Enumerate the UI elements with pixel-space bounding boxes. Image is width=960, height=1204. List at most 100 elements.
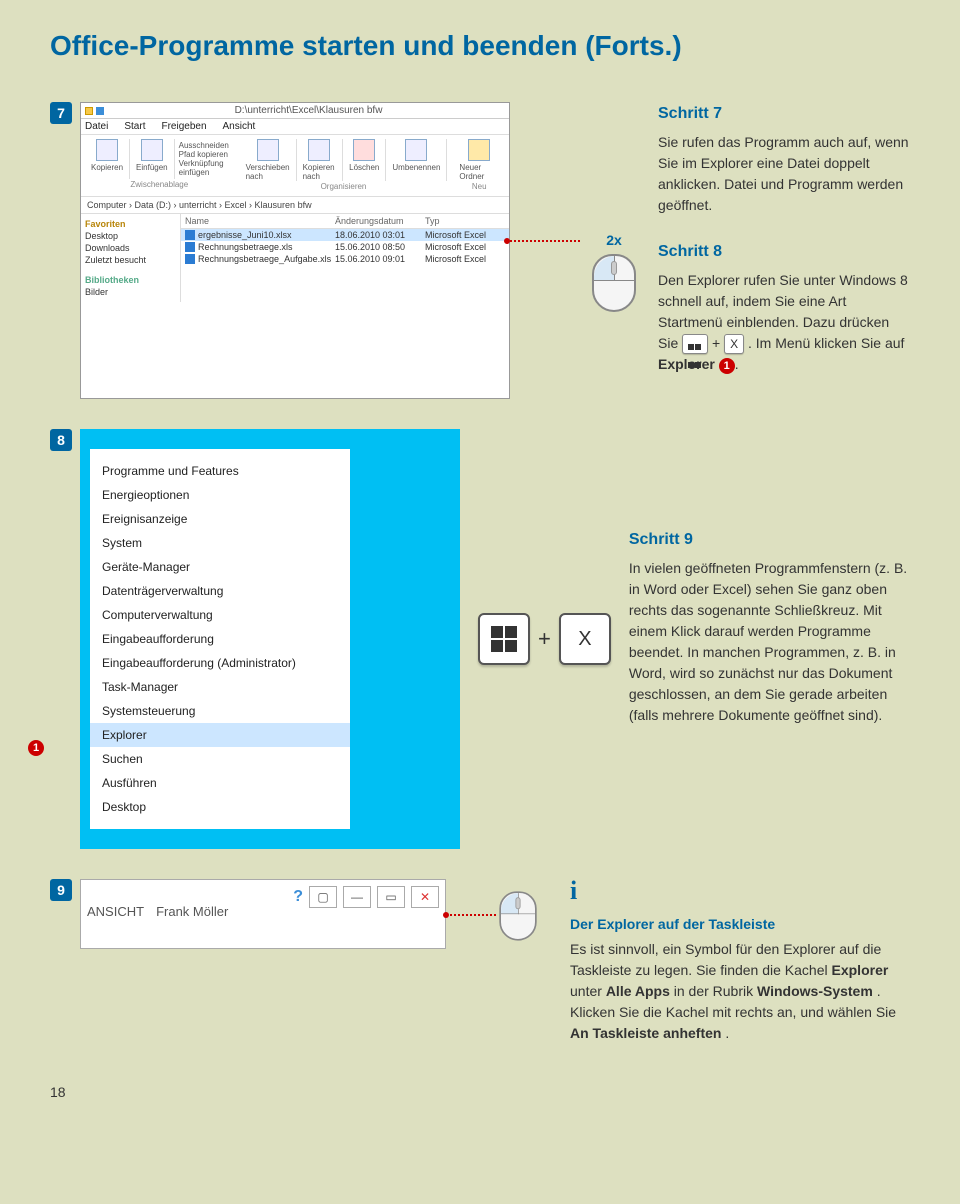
move-icon xyxy=(257,139,279,161)
row-step8-9: 8 Programme und Features Energieoptionen… xyxy=(50,429,910,849)
page-title: Office-Programme starten und beenden (Fo… xyxy=(50,30,910,62)
ribbon: Kopieren Einfügen Ausschneiden Pfad kopi… xyxy=(81,135,509,197)
ribbon-verknuepfung[interactable]: Verknüpfung einfügen xyxy=(179,159,230,177)
label-einfuegen: Einfügen xyxy=(136,163,168,172)
file-row[interactable]: Rechnungsbetraege_Aufgabe.xls 15.06.2010… xyxy=(181,253,509,265)
ribbon-section-organisieren: Organisieren xyxy=(240,181,448,192)
info-text-b: unter xyxy=(570,983,606,999)
step8-explorer-bold: Explorer xyxy=(658,356,715,372)
explorer-icon xyxy=(96,107,104,115)
ribbon-kopieren-nach[interactable]: Kopieren nach xyxy=(297,139,344,181)
step7-body: Sie rufen das Programm auch auf, wenn Si… xyxy=(658,132,910,216)
excel-file-icon xyxy=(185,242,195,252)
window-corner-screenshot: ANSICHT Frank Möller ? ▢ — ▭ ✕ xyxy=(80,879,446,949)
file-name: ergebnisse_Juni10.xlsx xyxy=(198,230,288,240)
menu-energie[interactable]: Energieoptionen xyxy=(90,483,350,507)
mouse-icon xyxy=(592,254,636,312)
callout-1-marker: 1 xyxy=(28,740,44,756)
info-title: Der Explorer auf der Taskleiste xyxy=(570,914,910,935)
info-bold-3: Windows-System xyxy=(757,983,873,999)
col-date[interactable]: Änderungsdatum xyxy=(335,216,425,226)
sidebar-bibliotheken[interactable]: Bibliotheken xyxy=(85,274,176,286)
ribbon-pfad[interactable]: Pfad kopieren xyxy=(179,150,230,159)
winx-menu-screenshot: Programme und Features Energieoptionen E… xyxy=(80,429,460,849)
ribbon-kopieren[interactable]: Kopieren xyxy=(85,139,130,179)
menu-computer[interactable]: Computerverwaltung xyxy=(90,603,350,627)
sidebar-bilder[interactable]: Bilder xyxy=(85,286,176,298)
badge-8: 8 xyxy=(50,429,72,451)
label-verschieben: Verschieben nach xyxy=(246,163,290,181)
menu-ausfuehren[interactable]: Ausführen xyxy=(90,771,350,795)
ribbon-verschieben[interactable]: Verschieben nach xyxy=(240,139,297,181)
info-bold-2: Alle Apps xyxy=(606,983,670,999)
menu-suchen[interactable]: Suchen xyxy=(90,747,350,771)
menu-desktop[interactable]: Desktop xyxy=(90,795,350,819)
menu-geraete[interactable]: Geräte-Manager xyxy=(90,555,350,579)
menu-programme[interactable]: Programme und Features xyxy=(90,459,350,483)
delete-icon xyxy=(353,139,375,161)
menu-eingabe-admin[interactable]: Eingabeaufforderung (Administrator) xyxy=(90,651,350,675)
window-title-text: D:\unterricht\Excel\Klausuren bfw xyxy=(112,105,505,116)
file-date: 15.06.2010 09:01 xyxy=(335,254,425,264)
callout-1-badge: 1 xyxy=(719,358,735,374)
info-icon: i xyxy=(570,871,577,910)
minimize-button[interactable]: — xyxy=(343,886,371,908)
col-name[interactable]: Name xyxy=(185,216,335,226)
menu-ereignis[interactable]: Ereignisanzeige xyxy=(90,507,350,531)
sidebar-favoriten[interactable]: Favoriten xyxy=(85,218,176,230)
ribbon-loeschen[interactable]: Löschen xyxy=(343,139,386,181)
explorer-sidebar: Favoriten Desktop Downloads Zuletzt besu… xyxy=(81,214,181,302)
new-folder-icon xyxy=(468,139,490,161)
sidebar-downloads[interactable]: Downloads xyxy=(85,242,176,254)
tab-ansicht[interactable]: Ansicht xyxy=(223,121,256,132)
file-type: Microsoft Excel xyxy=(425,242,486,252)
menu-eingabe[interactable]: Eingabeaufforderung xyxy=(90,627,350,651)
maximize-button[interactable]: ▭ xyxy=(377,886,405,908)
file-row[interactable]: Rechnungsbetraege.xls 15.06.2010 08:50 M… xyxy=(181,241,509,253)
menu-datentraeger[interactable]: Datenträgerverwaltung xyxy=(90,579,350,603)
rename-icon xyxy=(405,139,427,161)
menu-explorer[interactable]: Explorer xyxy=(90,723,350,747)
file-row[interactable]: ergebnisse_Juni10.xlsx 18.06.2010 03:01 … xyxy=(181,229,509,241)
ribbon-toggle-button[interactable]: ▢ xyxy=(309,886,337,908)
tab-datei[interactable]: Datei xyxy=(85,121,108,132)
ribbon-einfuegen[interactable]: Einfügen xyxy=(130,139,175,179)
row-step9-shot: 9 ANSICHT Frank Möller ? ▢ — ▭ ✕ i Der E… xyxy=(50,879,910,1044)
badge-9: 9 xyxy=(50,879,72,901)
page-number: 18 xyxy=(50,1084,910,1100)
ribbon-ausschneiden[interactable]: Ausschneiden xyxy=(179,141,230,150)
help-icon[interactable]: ? xyxy=(293,888,303,906)
copyto-icon xyxy=(308,139,330,161)
x-key: X xyxy=(559,613,611,665)
ribbon-neuer-ordner[interactable]: Neuer Ordner xyxy=(453,139,505,181)
menu-systemsteuerung[interactable]: Systemsteuerung xyxy=(90,699,350,723)
close-button[interactable]: ✕ xyxy=(411,886,439,908)
file-date: 18.06.2010 03:01 xyxy=(335,230,425,240)
label-kopieren: Kopieren xyxy=(91,163,123,172)
tab-start[interactable]: Start xyxy=(124,121,145,132)
label-kopieren-nach: Kopieren nach xyxy=(303,163,337,181)
file-type: Microsoft Excel xyxy=(425,230,486,240)
tab-freigeben[interactable]: Freigeben xyxy=(161,121,206,132)
row-step7: 7 D:\unterricht\Excel\Klausuren bfw Date… xyxy=(50,102,910,399)
folder-icon xyxy=(85,107,93,115)
user-name[interactable]: Frank Möller xyxy=(156,904,228,919)
x-key-inline: X xyxy=(724,334,744,354)
tab-ansicht-label[interactable]: ANSICHT xyxy=(87,904,144,919)
step9-body: In vielen geöffneten Programmfenstern (z… xyxy=(629,558,910,726)
step9-title: Schritt 9 xyxy=(629,528,910,552)
plus-symbol: + xyxy=(538,626,551,652)
menu-system[interactable]: System xyxy=(90,531,350,555)
label-umbenennen: Umbenennen xyxy=(392,163,440,172)
sidebar-zuletzt[interactable]: Zuletzt besucht xyxy=(85,254,176,266)
col-type[interactable]: Typ xyxy=(425,216,440,226)
copy-icon xyxy=(96,139,118,161)
breadcrumb[interactable]: Computer › Data (D:) › unterricht › Exce… xyxy=(81,197,509,214)
menu-task[interactable]: Task-Manager xyxy=(90,675,350,699)
file-name: Rechnungsbetraege_Aufgabe.xls xyxy=(198,254,288,264)
ribbon-umbenennen[interactable]: Umbenennen xyxy=(386,139,447,181)
info-bold-1: Explorer xyxy=(832,962,889,978)
sidebar-desktop[interactable]: Desktop xyxy=(85,230,176,242)
label-loeschen: Löschen xyxy=(349,163,379,172)
excel-file-icon xyxy=(185,254,195,264)
